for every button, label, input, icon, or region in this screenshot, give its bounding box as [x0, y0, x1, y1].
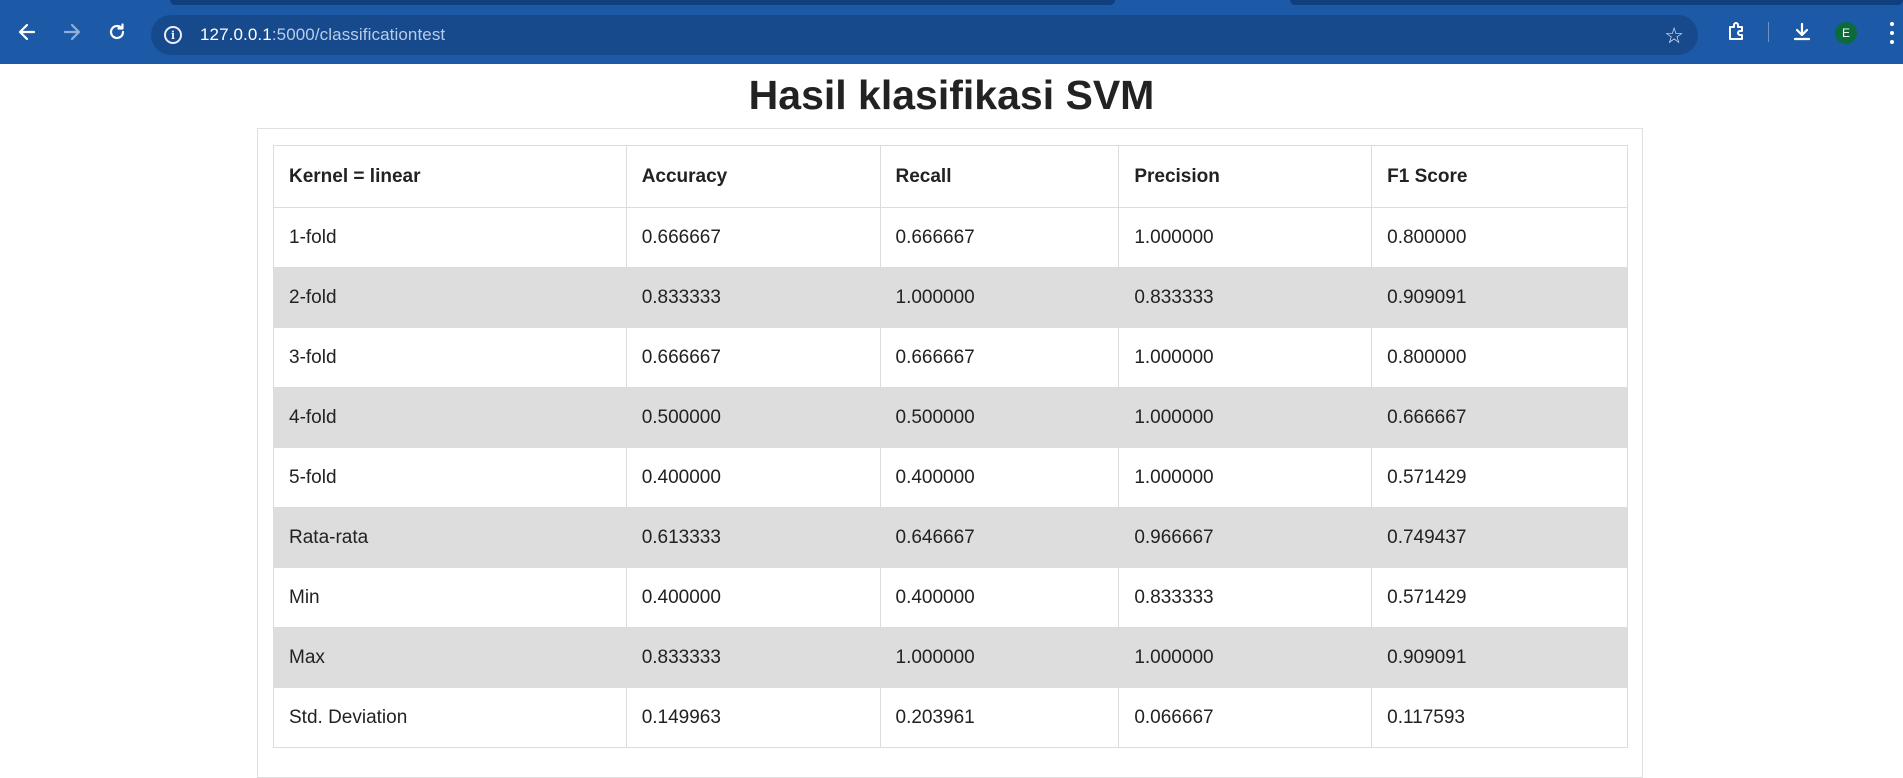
table-row: Max 0.833333 1.000000 1.000000 0.909091 [273, 627, 1628, 688]
avatar-letter: E [1841, 26, 1850, 40]
value-cell: 0.571429 [1371, 567, 1628, 628]
value-cell: 0.909091 [1371, 267, 1628, 328]
bookmark-star-icon[interactable]: ☆ [1664, 23, 1684, 49]
url-path: :5000/classificationtest [271, 25, 446, 44]
column-header: Kernel = linear [273, 145, 627, 208]
value-cell: 1.000000 [1118, 327, 1373, 388]
table-header-row: Kernel = linear Accuracy Recall Precision F1… [273, 145, 1628, 208]
table-row: 4-fold 0.500000 0.500000 1.000000 0.666667 [273, 387, 1628, 448]
download-arrow-icon [1793, 22, 1811, 41]
back-button[interactable] [12, 17, 42, 47]
site-info-icon[interactable]: i [164, 26, 182, 44]
value-cell: 0.749437 [1371, 507, 1628, 568]
row-label-cell: Max [273, 627, 627, 688]
value-cell: 0.666667 [625, 207, 881, 268]
row-label-cell: Rata-rata [273, 507, 627, 568]
browser-menu-icon[interactable] [1888, 22, 1896, 44]
value-cell: 0.203961 [879, 687, 1120, 748]
value-cell: 0.571429 [1371, 447, 1628, 508]
value-cell: 1.000000 [1118, 627, 1373, 688]
page-title: Hasil klasifikasi SVM [748, 72, 1155, 118]
tab-strip-edge [170, 0, 1115, 5]
address-bar[interactable]: i 127.0.0.1:5000/classificationtest ☆ [151, 15, 1698, 55]
row-label-cell: Std. Deviation [273, 687, 627, 748]
value-cell: 0.400000 [879, 447, 1120, 508]
value-cell: 0.833333 [625, 267, 881, 328]
puzzle-icon [1729, 22, 1743, 40]
row-label-cell: 1-fold [273, 207, 627, 268]
extensions-icon[interactable] [1724, 19, 1750, 45]
row-label-cell: 3-fold [273, 327, 627, 388]
table-body: 1-fold 0.666667 0.666667 1.000000 0.800000 2-… [273, 207, 1628, 748]
value-cell: 1.000000 [879, 267, 1120, 328]
value-cell: 0.400000 [625, 447, 881, 508]
value-cell: 0.117593 [1371, 687, 1628, 748]
value-cell: 0.833333 [1118, 267, 1373, 328]
table-row: 5-fold 0.400000 0.400000 1.000000 0.571429 [273, 447, 1628, 508]
row-label-cell: 2-fold [273, 267, 627, 328]
value-cell: 1.000000 [1118, 387, 1373, 448]
value-cell: 0.666667 [625, 327, 881, 388]
value-cell: 0.833333 [1118, 567, 1373, 628]
download-icon[interactable] [1789, 19, 1815, 45]
results-table: Kernel = linear Accuracy Recall Precision F1… [273, 145, 1628, 748]
browser-toolbar: i 127.0.0.1:5000/classificationtest ☆ E [0, 0, 1903, 64]
toolbar-divider [1768, 22, 1769, 42]
profile-avatar[interactable]: E [1835, 22, 1857, 44]
table-row: 2-fold 0.833333 1.000000 0.833333 0.909091 [273, 267, 1628, 328]
row-label-cell: Min [273, 567, 627, 628]
value-cell: 0.500000 [879, 387, 1120, 448]
column-header: F1 Score [1371, 145, 1628, 208]
arrow-left-icon [18, 23, 36, 41]
value-cell: 0.400000 [625, 567, 881, 628]
value-cell: 0.666667 [879, 207, 1120, 268]
value-cell: 1.000000 [1118, 447, 1373, 508]
value-cell: 0.646667 [879, 507, 1120, 568]
value-cell: 1.000000 [1118, 207, 1373, 268]
table-row: 1-fold 0.666667 0.666667 1.000000 0.800000 [273, 207, 1628, 268]
value-cell: 0.066667 [1118, 687, 1373, 748]
table-row: Min 0.400000 0.400000 0.833333 0.571429 [273, 567, 1628, 628]
row-label-cell: 5-fold [273, 447, 627, 508]
tab-strip-edge [1290, 0, 1903, 5]
value-cell: 0.666667 [879, 327, 1120, 388]
table-row: Std. Deviation 0.149963 0.203961 0.066667 0.… [273, 687, 1628, 748]
table-row: Rata-rata 0.613333 0.646667 0.966667 0.74943… [273, 507, 1628, 568]
url-host: 127.0.0.1 [200, 25, 272, 44]
column-header: Accuracy [625, 145, 881, 208]
column-header: Recall [879, 145, 1120, 208]
value-cell: 0.966667 [1118, 507, 1373, 568]
value-cell: 0.613333 [625, 507, 881, 568]
row-label-cell: 4-fold [273, 387, 627, 448]
value-cell: 0.666667 [1371, 387, 1628, 448]
forward-button[interactable] [57, 17, 87, 47]
value-cell: 0.800000 [1371, 327, 1628, 388]
value-cell: 1.000000 [879, 627, 1120, 688]
column-header: Precision [1118, 145, 1373, 208]
value-cell: 0.909091 [1371, 627, 1628, 688]
table-row: 3-fold 0.666667 0.666667 1.000000 0.800000 [273, 327, 1628, 388]
value-cell: 0.833333 [625, 627, 881, 688]
reload-button[interactable] [102, 17, 132, 47]
value-cell: 0.800000 [1371, 207, 1628, 268]
value-cell: 0.400000 [879, 567, 1120, 628]
reload-icon [109, 23, 125, 40]
value-cell: 0.149963 [625, 687, 881, 748]
arrow-right-icon [63, 23, 81, 41]
url-text[interactable]: 127.0.0.1:5000/classificationtest [200, 25, 445, 45]
value-cell: 0.500000 [625, 387, 881, 448]
